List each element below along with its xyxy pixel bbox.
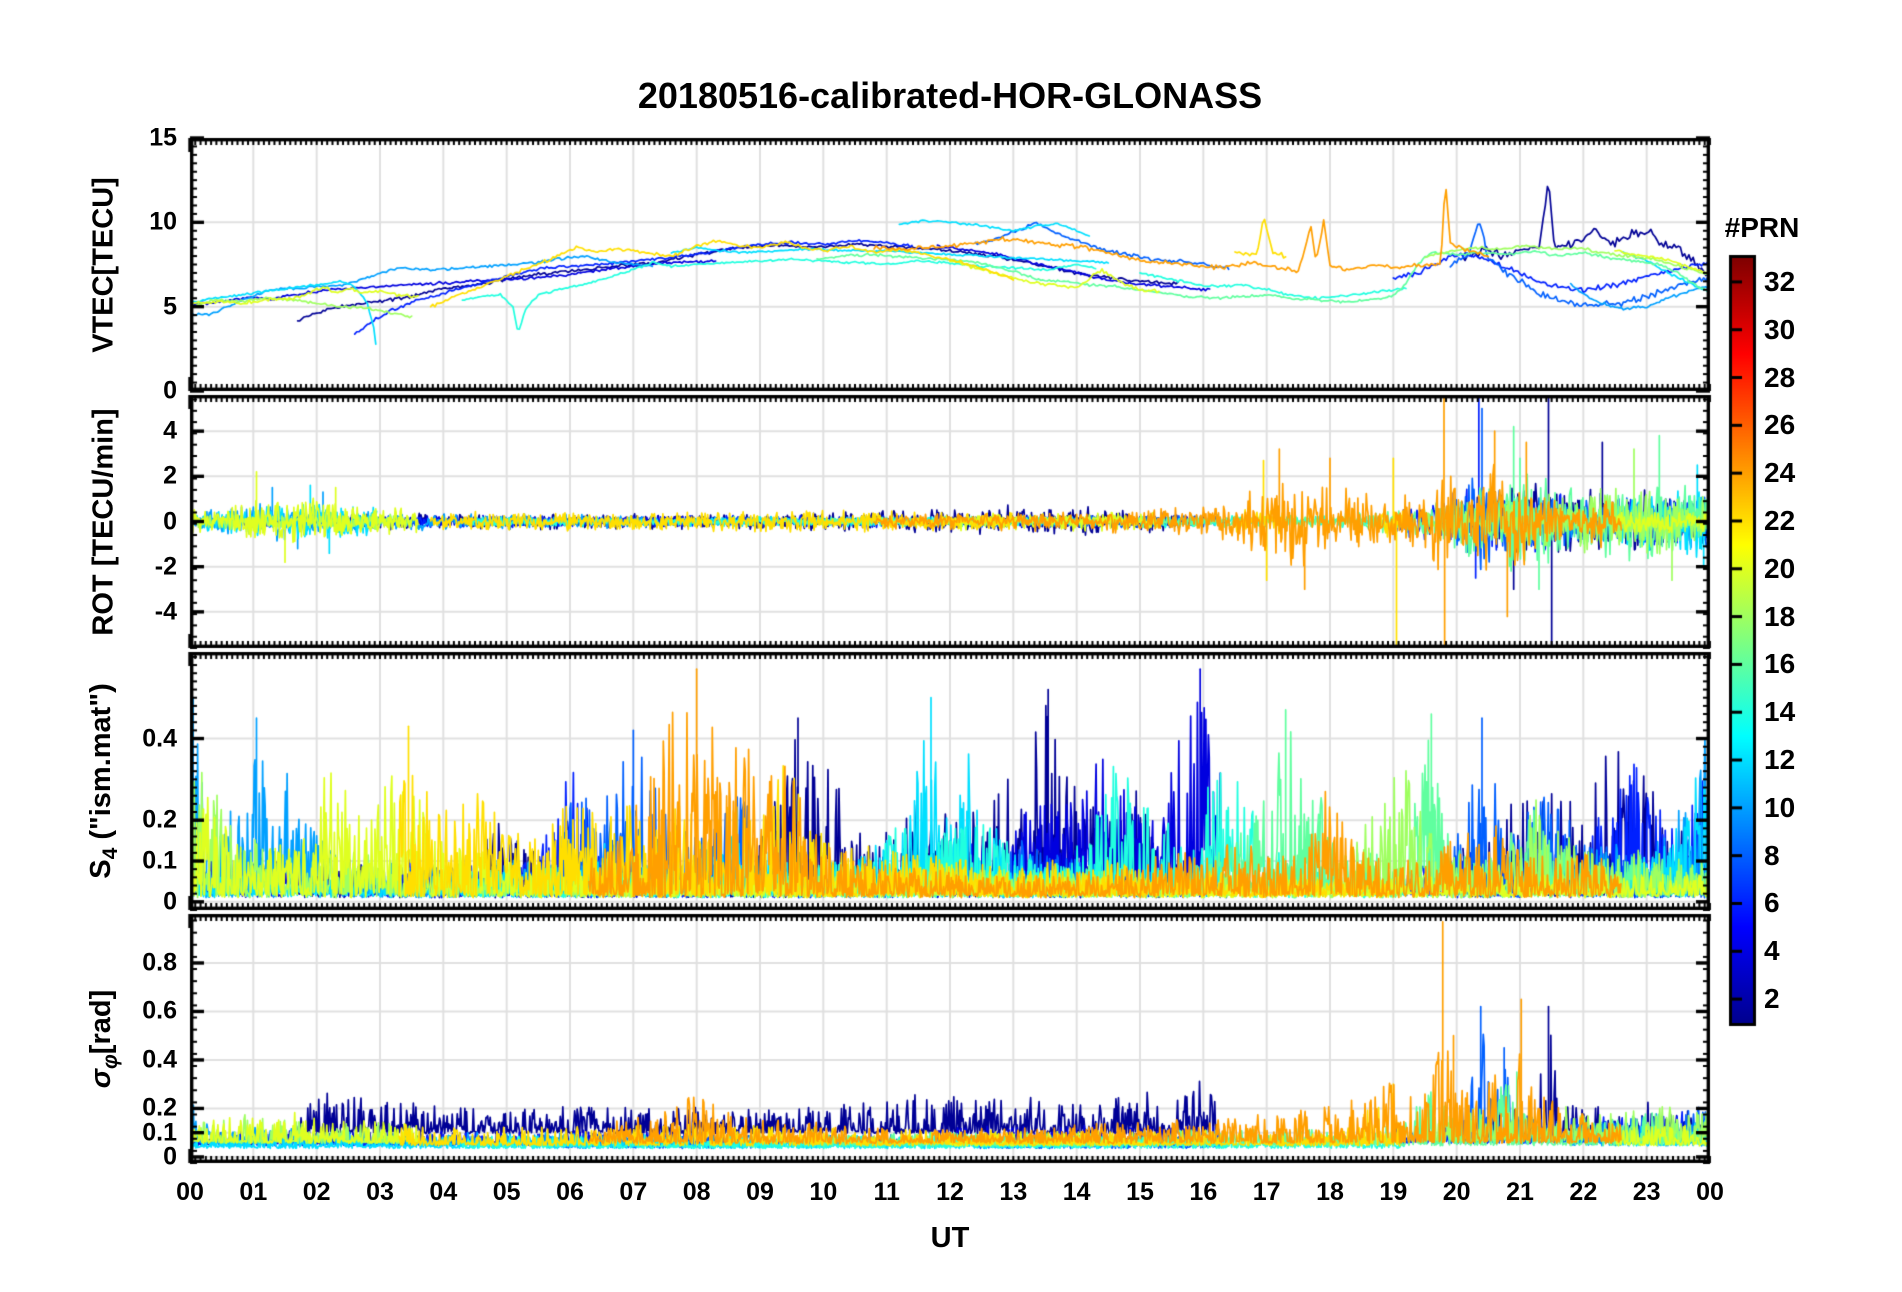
x-tick-label: 23 — [1632, 1178, 1661, 1206]
x-axis-label: UT — [930, 1222, 970, 1254]
x-tick-label: 13 — [999, 1178, 1028, 1206]
y-tick-label: 0.8 — [142, 948, 177, 977]
colorbar-tick-label: 32 — [1764, 265, 1796, 297]
x-tick-label: 00 — [176, 1178, 204, 1206]
colorbar-tick-label: 20 — [1764, 552, 1796, 584]
x-tick-label: 11 — [873, 1178, 900, 1206]
y-tick-label: 10 — [149, 207, 177, 236]
y-tick-label: 0.2 — [142, 1093, 177, 1122]
y-axis-label-vtec: VTEC[TECU] — [87, 176, 120, 353]
y-tick-label: 15 — [149, 123, 177, 152]
x-tick-label: 21 — [1506, 1178, 1534, 1206]
colorbar-tick-label: 24 — [1764, 457, 1796, 489]
colorbar-tick-label: 14 — [1764, 696, 1796, 728]
colorbar-tick-label: 2 — [1764, 983, 1780, 1015]
x-tick-label: 04 — [429, 1178, 458, 1206]
x-tick-label: 00 — [1696, 1178, 1724, 1206]
x-tick-label: 15 — [1126, 1178, 1154, 1206]
y-axis-label-s4: S4 ("ism.mat") — [85, 683, 122, 879]
x-tick-label: 16 — [1189, 1178, 1218, 1206]
colorbar-tick-label: 30 — [1764, 313, 1796, 345]
y-tick-label: 0 — [163, 376, 177, 405]
x-tick-label: 10 — [809, 1178, 838, 1206]
y-axis-label-rot: ROT [TECU/min] — [87, 407, 120, 636]
colorbar-tick-label: 22 — [1764, 504, 1796, 536]
x-tick-label: 02 — [302, 1178, 331, 1206]
y-tick-label: -2 — [154, 552, 177, 581]
y-tick-label: -4 — [154, 597, 177, 626]
x-tick-label: 20 — [1442, 1178, 1471, 1206]
x-tick-label: 05 — [492, 1178, 521, 1206]
x-tick-label: 01 — [239, 1178, 268, 1206]
x-tick-label: 17 — [1252, 1178, 1281, 1206]
y-tick-label: 0.6 — [142, 996, 177, 1025]
colorbar-title: #PRN — [1724, 212, 1800, 243]
y-tick-label: 0.4 — [142, 1045, 177, 1074]
colorbar-tick-label: 10 — [1764, 791, 1796, 823]
x-tick-label: 14 — [1062, 1178, 1091, 1206]
plot-canvas — [0, 0, 1902, 1292]
y-tick-label: 2 — [163, 461, 177, 490]
chart-title: 20180516-calibrated-HOR-GLONASS — [637, 75, 1263, 116]
x-tick-label: 09 — [746, 1178, 774, 1206]
x-tick-label: 18 — [1316, 1178, 1344, 1206]
x-tick-label: 03 — [366, 1178, 394, 1206]
x-tick-label: 07 — [619, 1178, 648, 1206]
x-tick-label: 12 — [936, 1178, 964, 1206]
y-tick-label: 0.1 — [142, 1118, 177, 1147]
y-tick-label: 4 — [163, 416, 177, 445]
colorbar-tick-label: 4 — [1764, 935, 1780, 967]
figure: 20180516-calibrated-HOR-GLONASS UT #PRN … — [0, 0, 1902, 1292]
colorbar-tick-label: 12 — [1764, 744, 1796, 776]
x-tick-label: 22 — [1569, 1178, 1598, 1206]
colorbar-tick-label: 16 — [1764, 648, 1796, 680]
y-tick-label: 0.1 — [142, 846, 177, 875]
y-tick-label: 0 — [163, 507, 177, 535]
y-tick-label: 5 — [163, 292, 177, 321]
colorbar-tick-label: 28 — [1764, 361, 1796, 393]
colorbar-tick-label: 6 — [1764, 887, 1780, 919]
y-tick-label: 0 — [163, 1142, 177, 1171]
y-axis-label-sigma_phi: σφ[rad] — [85, 989, 122, 1088]
colorbar-tick-label: 26 — [1764, 409, 1796, 441]
colorbar-tick-label: 8 — [1764, 839, 1780, 871]
y-tick-label: 0.2 — [142, 805, 177, 834]
x-tick-label: 19 — [1379, 1178, 1408, 1206]
y-tick-label: 0 — [163, 887, 177, 916]
colorbar-tick-label: 18 — [1764, 600, 1796, 632]
y-tick-label: 0.4 — [142, 724, 177, 753]
x-tick-label: 06 — [556, 1178, 584, 1206]
x-tick-label: 08 — [682, 1178, 711, 1206]
